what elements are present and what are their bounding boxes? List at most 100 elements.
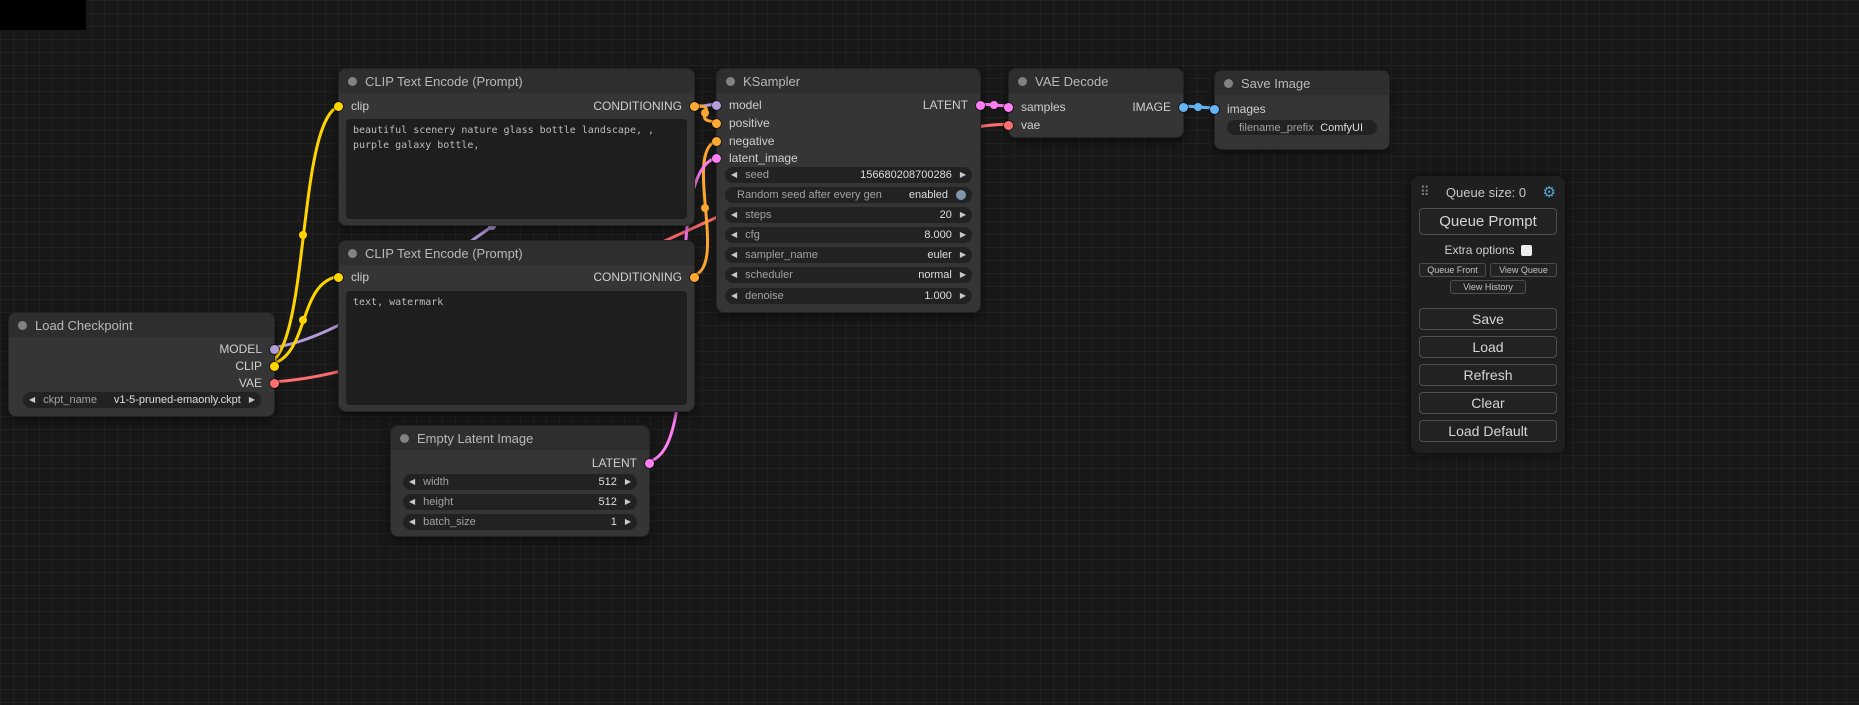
empty-latent-image-node[interactable]: Empty Latent Image LATENT ◀ width 512 ▶ … — [390, 425, 650, 537]
height-widget[interactable]: ◀ height 512 ▶ — [403, 494, 637, 510]
latent-output-port[interactable]: LATENT — [915, 100, 985, 110]
scheduler-widget[interactable]: ◀ scheduler normal ▶ — [725, 267, 972, 283]
port-label: CLIP — [235, 359, 262, 373]
latent-output-port[interactable]: LATENT — [584, 458, 654, 468]
history-row: View History — [1419, 280, 1557, 294]
clip-output-port[interactable]: CLIP — [227, 361, 279, 371]
prev-arrow-icon[interactable]: ◀ — [409, 498, 415, 506]
positive-input-port[interactable]: positive — [712, 118, 778, 128]
conditioning-output-port[interactable]: CONDITIONING — [585, 101, 699, 111]
node-title-bar[interactable]: Load Checkpoint — [9, 313, 274, 337]
sampler-name-widget[interactable]: ◀ sampler_name euler ▶ — [725, 247, 972, 263]
collapse-dot-icon[interactable] — [18, 321, 27, 330]
cfg-widget[interactable]: ◀ cfg 8.000 ▶ — [725, 227, 972, 243]
collapse-dot-icon[interactable] — [726, 77, 735, 86]
clip-port-dot — [270, 362, 279, 371]
images-input-port[interactable]: images — [1210, 104, 1274, 114]
widget-label: batch_size — [423, 516, 476, 528]
clip-input-port[interactable]: clip — [334, 101, 377, 111]
clear-button[interactable]: Clear — [1419, 392, 1557, 414]
latent-image-input-port[interactable]: latent_image — [712, 153, 806, 163]
queue-menu-panel: ⠿ Queue size: 0 ⚙ Queue Prompt Extra opt… — [1411, 176, 1565, 453]
prev-arrow-icon[interactable]: ◀ — [731, 292, 737, 300]
node-title-bar[interactable]: CLIP Text Encode (Prompt) — [339, 241, 694, 265]
widget-value: 512 — [598, 476, 616, 488]
load-button[interactable]: Load — [1419, 336, 1557, 358]
prompt-textarea[interactable]: beautiful scenery nature glass bottle la… — [346, 119, 687, 219]
image-output-port[interactable]: IMAGE — [1124, 102, 1188, 112]
load-default-button[interactable]: Load Default — [1419, 420, 1557, 442]
clip-text-encode-negative-node[interactable]: CLIP Text Encode (Prompt) clip CONDITION… — [338, 240, 695, 412]
refresh-button[interactable]: Refresh — [1419, 364, 1557, 386]
next-arrow-icon[interactable]: ▶ — [249, 396, 255, 404]
prev-arrow-icon[interactable]: ◀ — [731, 211, 737, 219]
model-input-port[interactable]: model — [712, 100, 770, 110]
node-title-bar[interactable]: KSampler — [717, 69, 980, 93]
random-seed-widget[interactable]: Random seed after every gen enabled — [725, 187, 972, 203]
filename-prefix-widget[interactable]: filename_prefix ComfyUI — [1227, 120, 1377, 135]
next-arrow-icon[interactable]: ▶ — [625, 498, 631, 506]
node-title-bar[interactable]: VAE Decode — [1009, 69, 1183, 93]
prev-arrow-icon[interactable]: ◀ — [731, 231, 737, 239]
settings-gear-icon[interactable]: ⚙ — [1543, 183, 1556, 201]
prev-arrow-icon[interactable]: ◀ — [409, 478, 415, 486]
node-title-bar[interactable]: Save Image — [1215, 71, 1389, 95]
port-label: samples — [1021, 100, 1066, 114]
link-dot — [990, 101, 998, 109]
clip-text-encode-positive-node[interactable]: CLIP Text Encode (Prompt) clip CONDITION… — [338, 68, 695, 226]
steps-widget[interactable]: ◀ steps 20 ▶ — [725, 207, 972, 223]
extra-options-label: Extra options — [1444, 243, 1514, 257]
prev-arrow-icon[interactable]: ◀ — [29, 396, 35, 404]
collapse-dot-icon[interactable] — [348, 77, 357, 86]
width-widget[interactable]: ◀ width 512 ▶ — [403, 474, 637, 490]
widget-value: normal — [918, 269, 952, 281]
node-title-bar[interactable]: CLIP Text Encode (Prompt) — [339, 69, 694, 93]
seed-widget[interactable]: ◀ seed 156680208700286 ▶ — [725, 167, 972, 183]
vae-input-port[interactable]: vae — [1004, 120, 1048, 130]
next-arrow-icon[interactable]: ▶ — [960, 271, 966, 279]
next-arrow-icon[interactable]: ▶ — [960, 231, 966, 239]
next-arrow-icon[interactable]: ▶ — [960, 211, 966, 219]
clip-input-port[interactable]: clip — [334, 272, 377, 282]
queue-prompt-button[interactable]: Queue Prompt — [1419, 208, 1557, 235]
next-arrow-icon[interactable]: ▶ — [960, 251, 966, 259]
extra-options-checkbox[interactable] — [1521, 245, 1532, 256]
next-arrow-icon[interactable]: ▶ — [960, 292, 966, 300]
prev-arrow-icon[interactable]: ◀ — [409, 518, 415, 526]
next-arrow-icon[interactable]: ▶ — [625, 478, 631, 486]
negative-input-port[interactable]: negative — [712, 136, 782, 146]
collapse-dot-icon[interactable] — [400, 434, 409, 443]
prev-arrow-icon[interactable]: ◀ — [731, 251, 737, 259]
queue-front-button[interactable]: Queue Front — [1419, 263, 1486, 277]
view-history-button[interactable]: View History — [1450, 280, 1526, 294]
conditioning-output-port[interactable]: CONDITIONING — [585, 272, 699, 282]
prompt-textarea[interactable]: text, watermark — [346, 291, 687, 405]
menu-header: ⠿ Queue size: 0 ⚙ — [1419, 183, 1557, 201]
seed-toggle-icon[interactable] — [956, 190, 966, 200]
load-checkpoint-node[interactable]: Load Checkpoint MODEL CLIP VAE ◀ ckpt_na… — [8, 312, 275, 417]
collapse-dot-icon[interactable] — [1018, 77, 1027, 86]
ckpt-name-widget[interactable]: ◀ ckpt_name v1-5-pruned-emaonly.ckpt ▶ — [23, 392, 261, 408]
ksampler-node[interactable]: KSampler model positive negative latent_… — [716, 68, 981, 313]
vae-decode-node[interactable]: VAE Decode samples vae IMAGE — [1008, 68, 1184, 138]
denoise-widget[interactable]: ◀ denoise 1.000 ▶ — [725, 288, 972, 304]
save-image-node[interactable]: Save Image images filename_prefix ComfyU… — [1214, 70, 1390, 150]
widget-label: denoise — [745, 290, 784, 302]
menu-drag-handle-icon[interactable]: ⠿ — [1420, 184, 1430, 200]
view-queue-button[interactable]: View Queue — [1490, 263, 1557, 277]
node-title-bar[interactable]: Empty Latent Image — [391, 426, 649, 450]
model-output-port[interactable]: MODEL — [211, 344, 279, 354]
port-label: clip — [351, 99, 369, 113]
prev-arrow-icon[interactable]: ◀ — [731, 271, 737, 279]
collapse-dot-icon[interactable] — [1224, 79, 1233, 88]
batch-size-widget[interactable]: ◀ batch_size 1 ▶ — [403, 514, 637, 530]
queue-size-label: Queue size: 0 — [1446, 185, 1526, 200]
next-arrow-icon[interactable]: ▶ — [625, 518, 631, 526]
vae-output-port[interactable]: VAE — [231, 378, 279, 388]
next-arrow-icon[interactable]: ▶ — [960, 171, 966, 179]
save-button[interactable]: Save — [1419, 308, 1557, 330]
graph-canvas[interactable]: Load Checkpoint MODEL CLIP VAE ◀ ckpt_na… — [0, 0, 1859, 705]
prev-arrow-icon[interactable]: ◀ — [731, 171, 737, 179]
samples-input-port[interactable]: samples — [1004, 102, 1074, 112]
collapse-dot-icon[interactable] — [348, 249, 357, 258]
